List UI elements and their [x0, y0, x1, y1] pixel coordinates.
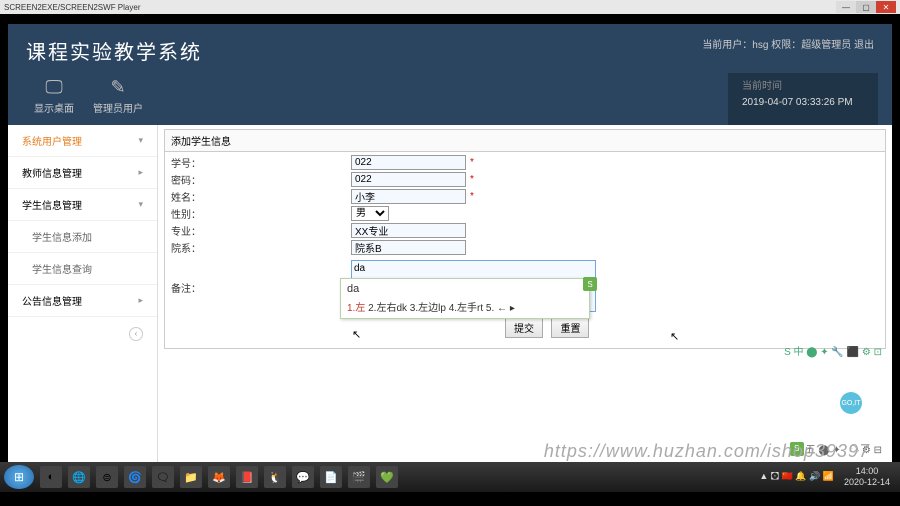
sidebar-item-system-users[interactable]: 系统用户管理 ▾: [8, 125, 157, 157]
sidebar-item-label: 学生信息管理: [22, 197, 82, 212]
form-row-major: 专业：: [165, 222, 885, 239]
taskbar-apps: ◐ 🌐 ⊜ 🌀 🗨 📁 🦊 📕 🐧 💬 📄 🎬 💚: [40, 466, 398, 488]
ime-candidates[interactable]: 1.左 2.左右dk 3.左边lp 4.左手rt 5. ← ▸: [347, 297, 583, 316]
toolbar: 🖵 显示桌面 ✎ 管理员用户 当前时间 2019-04-07 03:33:26 …: [8, 73, 892, 125]
minimize-button[interactable]: —: [836, 1, 856, 13]
taskbar-app-icon[interactable]: 📄: [320, 466, 342, 488]
label-password: 密码：: [171, 172, 351, 187]
taskbar: ⊞ ◐ 🌐 ⊜ 🌀 🗨 📁 🦊 📕 🐧 💬 📄 🎬 💚 ▲ 🖸 🇨🇳 🔔 🔊 📶…: [0, 462, 900, 492]
sidebar-item-label: 教师信息管理: [22, 165, 82, 180]
required-marker: *: [470, 174, 474, 185]
app-brand: 课程实验教学系统: [26, 36, 202, 65]
taskbar-app-icon[interactable]: 🐧: [264, 466, 286, 488]
ime-composition: da: [347, 281, 583, 297]
sidebar-item-label: 系统用户管理: [22, 133, 82, 148]
taskbar-clock[interactable]: 14:00 2020-12-14: [838, 466, 896, 488]
input-student-id[interactable]: [351, 155, 466, 170]
form-row-name: 姓名： *: [165, 188, 885, 205]
taskbar-app-icon[interactable]: 🗨: [152, 466, 174, 488]
sidebar-item-teacher-info[interactable]: 教师信息管理 ▸: [8, 157, 157, 189]
form-row-password: 密码： *: [165, 171, 885, 188]
sidebar-item-announcement[interactable]: 公告信息管理 ▸: [8, 285, 157, 317]
taskbar-app-icon[interactable]: ⊜: [96, 466, 118, 488]
label-student-id: 学号：: [171, 155, 351, 170]
watermark-url: https://www.huzhan.com/ishop39397: [544, 441, 870, 462]
sidebar-item-label: 学生信息查询: [32, 261, 92, 276]
form-row-gender: 性别： 男: [165, 205, 885, 222]
chevron-down-icon: ▾: [138, 199, 143, 210]
input-major[interactable]: [351, 223, 466, 238]
label-major: 专业：: [171, 223, 351, 238]
taskbar-app-icon[interactable]: 📕: [236, 466, 258, 488]
label-name: 姓名：: [171, 189, 351, 204]
floating-badge[interactable]: GO,IT: [840, 392, 862, 414]
taskbar-app-icon[interactable]: 🌀: [124, 466, 146, 488]
taskbar-app-icon[interactable]: 🦊: [208, 466, 230, 488]
clock-panel: 当前时间 2019-04-07 03:33:26 PM: [728, 73, 878, 125]
toolbar-desktop[interactable]: 🖵 显示桌面: [22, 73, 86, 125]
toolbar-users[interactable]: ✎ 管理员用户: [86, 73, 150, 125]
taskbar-app-icon[interactable]: 🎬: [348, 466, 370, 488]
submit-button[interactable]: 提交: [505, 317, 543, 338]
ime-first-candidate: 1.左: [347, 303, 365, 314]
chevron-down-icon: ▾: [138, 135, 143, 146]
student-form: 学号： * 密码： * 姓名： *: [164, 152, 886, 349]
user-info[interactable]: 当前用户：hsg 权限：超级管理员 退出: [702, 36, 874, 51]
sidebar: 系统用户管理 ▾ 教师信息管理 ▸ 学生信息管理 ▾ 学生信息添加 学生信息查询: [8, 125, 158, 462]
required-marker: *: [470, 191, 474, 202]
panel-title: 添加学生信息: [164, 129, 886, 152]
monitor-icon: 🖵: [22, 77, 86, 99]
input-name[interactable]: [351, 189, 466, 204]
taskbar-app-icon[interactable]: 💬: [292, 466, 314, 488]
window-title: SCREEN2EXE/SCREEN2SWF Player: [4, 3, 836, 12]
ime-candidate-popup[interactable]: S da 1.左 2.左右dk 3.左边lp 4.左手rt 5. ← ▸: [340, 278, 590, 319]
maximize-button[interactable]: ▢: [856, 1, 876, 13]
toolbar-desktop-label: 显示桌面: [34, 104, 74, 115]
clock-label: 当前时间: [742, 79, 864, 95]
close-button[interactable]: ✕: [876, 1, 896, 13]
taskbar-app-icon[interactable]: 💚: [376, 466, 398, 488]
tray-icons[interactable]: ▲ 🖸 🇨🇳 🔔 🔊 📶: [759, 469, 834, 485]
sidebar-item-student-add[interactable]: 学生信息添加: [8, 221, 157, 253]
mini-toolbar[interactable]: S 中 ⬤ ✦ 🔧 ⬛ ⚙ ⊡: [784, 343, 882, 358]
window-titlebar: SCREEN2EXE/SCREEN2SWF Player — ▢ ✕: [0, 0, 900, 14]
label-remark: 备注：: [171, 260, 351, 295]
required-marker: *: [470, 157, 474, 168]
sidebar-item-label: 学生信息添加: [32, 229, 92, 244]
ime-rest-candidates: 2.左右dk 3.左边lp 4.左手rt 5. ← ▸: [368, 303, 515, 314]
clock-value: 2019-04-07 03:33:26 PM: [742, 95, 864, 111]
pager-prev-button[interactable]: ‹: [129, 327, 143, 341]
sidebar-pager: ‹: [8, 317, 157, 347]
reset-button[interactable]: 重置: [551, 317, 589, 338]
sidebar-item-student-info[interactable]: 学生信息管理 ▾: [8, 189, 157, 221]
taskbar-app-icon[interactable]: ◐: [40, 466, 62, 488]
chevron-right-icon: ▸: [138, 167, 143, 178]
pencil-icon: ✎: [86, 77, 150, 99]
form-row-department: 院系：: [165, 239, 885, 256]
window-controls: — ▢ ✕: [836, 1, 896, 13]
app-header: 课程实验教学系统 当前用户：hsg 权限：超级管理员 退出: [8, 24, 892, 73]
sidebar-item-student-query[interactable]: 学生信息查询: [8, 253, 157, 285]
label-department: 院系：: [171, 240, 351, 255]
input-department[interactable]: [351, 240, 466, 255]
app-container: 课程实验教学系统 当前用户：hsg 权限：超级管理员 退出 🖵 显示桌面 ✎ 管…: [8, 24, 892, 462]
select-gender[interactable]: 男: [351, 206, 389, 221]
sogou-badge-icon: S: [583, 277, 597, 291]
start-button[interactable]: ⊞: [4, 465, 34, 489]
chevron-right-icon: ▸: [138, 295, 143, 306]
taskbar-time: 14:00: [844, 466, 890, 477]
label-gender: 性别：: [171, 206, 351, 221]
taskbar-app-icon[interactable]: 📁: [180, 466, 202, 488]
toolbar-users-label: 管理员用户: [93, 104, 143, 115]
sidebar-item-label: 公告信息管理: [22, 293, 82, 308]
input-password[interactable]: [351, 172, 466, 187]
taskbar-tray: ▲ 🖸 🇨🇳 🔔 🔊 📶 14:00 2020-12-14: [759, 466, 896, 488]
taskbar-date: 2020-12-14: [844, 477, 890, 488]
form-row-student-id: 学号： *: [165, 154, 885, 171]
tray-icons[interactable]: S 中 ⬤ ✦ 🔧 ⬛ ⚙ ⊡: [784, 343, 882, 358]
taskbar-app-icon[interactable]: 🌐: [68, 466, 90, 488]
